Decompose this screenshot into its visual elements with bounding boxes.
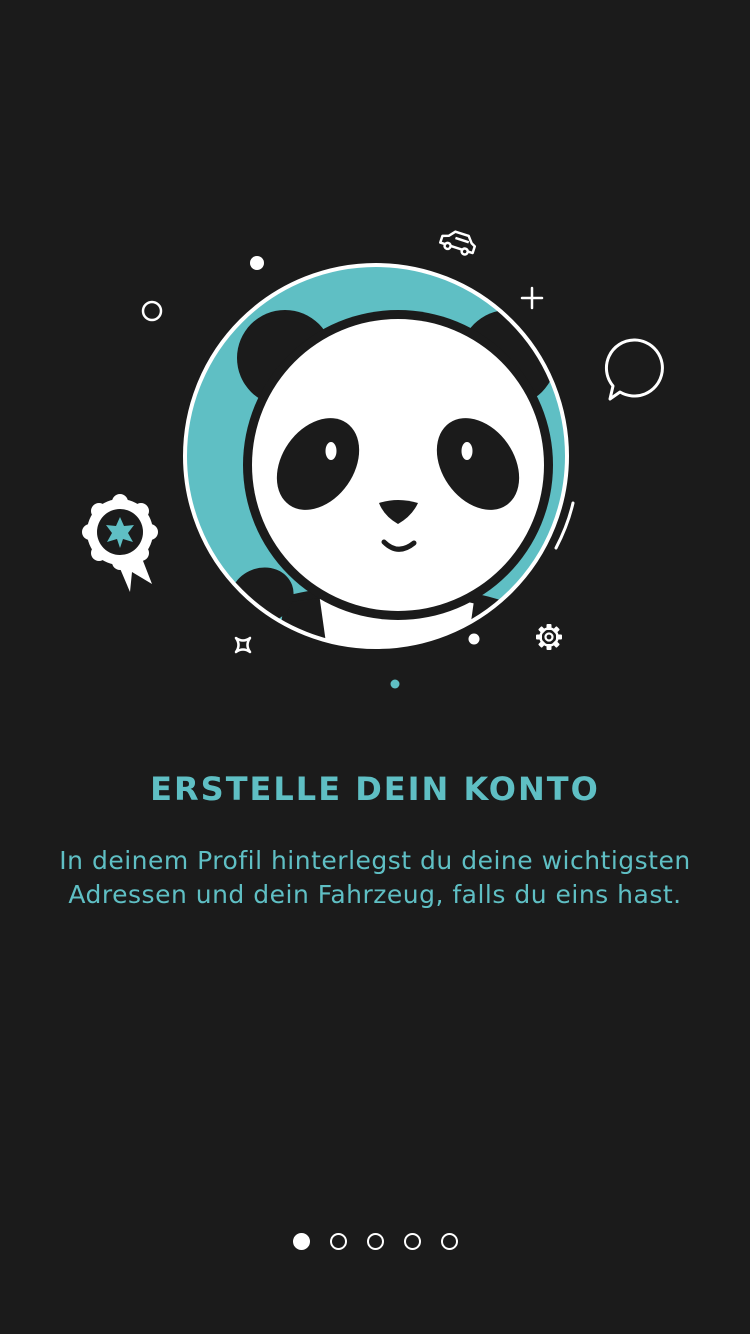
chat-bubble-icon: [604, 338, 664, 401]
onboarding-illustration: [82, 230, 664, 689]
page-dot-2[interactable]: [329, 1233, 347, 1250]
decor-dot: [250, 256, 264, 270]
page-dot-3[interactable]: [366, 1233, 384, 1250]
page-dot-5[interactable]: [440, 1233, 458, 1250]
page-description: In deinem Profil hinterlegst du deine wi…: [59, 846, 691, 909]
decor-dot-accent: [390, 679, 400, 689]
plus-icon: [520, 286, 544, 310]
award-ribbon-icon: [82, 494, 158, 592]
decor-ring: [141, 300, 163, 322]
panda-avatar: [183, 263, 575, 649]
page-title: ERSTELLE DEIN KONTO: [150, 770, 600, 808]
gear-icon: [536, 624, 562, 650]
page-dot-4[interactable]: [403, 1233, 421, 1250]
onboarding-screen: ERSTELLE DEIN KONTO In deinem Profil hin…: [0, 0, 750, 1334]
page-dot-1[interactable]: [292, 1233, 310, 1250]
page-indicator: [0, 1233, 750, 1250]
decor-dot-small: [468, 633, 480, 645]
car-icon: [439, 230, 477, 256]
sparkle-icon: [234, 636, 252, 654]
